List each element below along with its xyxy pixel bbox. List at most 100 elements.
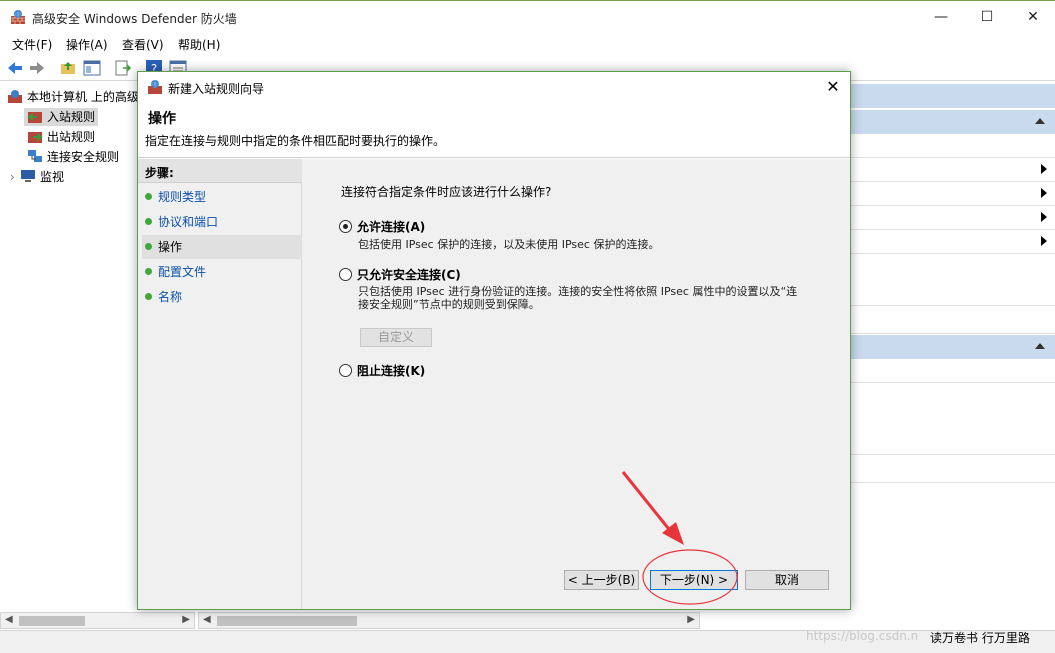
tree-item-label: 出站规则 [47, 130, 96, 144]
collapse-up-icon[interactable] [1035, 343, 1045, 349]
scroll-thumb[interactable] [19, 616, 85, 626]
chevron-right-icon[interactable]: › [10, 168, 20, 186]
firewall-icon [8, 90, 22, 103]
maximize-button[interactable]: ☐ [964, 1, 1010, 33]
page-title: 操作 [148, 111, 176, 127]
steps-panel: 步骤: 规则类型 协议和端口 操作 配置文件 名称 [138, 159, 302, 609]
scroll-right-icon[interactable]: ▶ [687, 614, 695, 625]
connection-security-icon [28, 150, 42, 162]
submenu-arrow-icon [1041, 236, 1047, 246]
step-bullet-icon [145, 293, 152, 300]
tree-item-connection-security-rules[interactable]: 连接安全规则 [27, 148, 119, 166]
tree-item-inbound-rules[interactable]: 入站规则 [24, 108, 99, 126]
step-label: 协议和端口 [158, 215, 219, 229]
option-allow-secure[interactable]: 只允许安全连接(C) [339, 266, 461, 283]
dialog-title: 新建入站规则向导 [168, 82, 265, 96]
firewall-icon [148, 80, 162, 94]
tree-item-label: 监视 [40, 170, 65, 184]
option-block-label: 阻止连接(K) [357, 364, 426, 378]
selected-item-section-header[interactable] [851, 335, 1055, 359]
firewall-icon [11, 10, 25, 24]
option-allow[interactable]: 允许连接(A) [339, 218, 425, 235]
watermark-url: https://blog.csdn.n [806, 629, 919, 643]
radio-allow[interactable] [339, 220, 352, 233]
submenu-arrow-icon [1041, 212, 1047, 222]
back-button[interactable]: < 上一步(B) [564, 570, 639, 590]
scroll-thumb[interactable] [217, 616, 357, 626]
step-bullet-icon [145, 268, 152, 275]
action-question: 连接符合指定条件时应该进行什么操作? [341, 185, 552, 199]
tree-root-label: 本地计算机 上的高级 [27, 90, 139, 104]
watermark-caption: 读万卷书 行万里路 [930, 631, 1030, 645]
step-protocol-ports[interactable]: 协议和端口 [142, 210, 302, 234]
tree-item-outbound-rules[interactable]: 出站规则 [27, 128, 95, 146]
monitor-icon [21, 170, 35, 182]
step-bullet-icon [145, 193, 152, 200]
next-button[interactable]: 下一步(N) > [650, 570, 738, 590]
step-bullet-icon [145, 243, 152, 250]
submenu-arrow-icon [1041, 188, 1047, 198]
show-hide-tree-icon[interactable] [83, 59, 101, 77]
action-row[interactable] [851, 230, 1055, 254]
menu-action[interactable]: 操作(A) [66, 36, 108, 53]
list-horizontal-scrollbar[interactable]: ◀ ▶ [198, 612, 700, 629]
action-row[interactable] [851, 254, 1055, 306]
step-name[interactable]: 名称 [142, 285, 302, 309]
up-folder-icon[interactable] [59, 59, 77, 77]
tree-item-monitoring[interactable]: › 监视 [10, 168, 64, 186]
forward-arrow-icon[interactable] [28, 59, 46, 77]
step-label: 名称 [158, 290, 183, 304]
close-window-button[interactable]: ✕ [1010, 1, 1055, 33]
option-allow-secure-description: 只包括使用 IPsec 进行身份验证的连接。连接的安全性将依照 IPsec 属性… [358, 285, 798, 311]
page-subtitle: 指定在连接与规则中指定的条件相匹配时要执行的操作。 [145, 134, 446, 148]
option-allow-description: 包括使用 IPsec 保护的连接，以及未使用 IPsec 保护的连接。 [358, 238, 660, 251]
actions-section-header[interactable] [851, 110, 1055, 134]
tree-item-label: 入站规则 [47, 110, 96, 124]
collapse-up-icon[interactable] [1035, 118, 1045, 124]
tree-item-label: 连接安全规则 [47, 150, 120, 164]
submenu-arrow-icon [1041, 164, 1047, 174]
action-row[interactable] [851, 206, 1055, 230]
actions-pane-header [851, 84, 1055, 108]
inbound-rules-icon [27, 112, 42, 123]
customize-button[interactable]: 自定义 [360, 328, 432, 347]
action-row[interactable] [851, 455, 1055, 483]
scroll-right-icon[interactable]: ▶ [182, 614, 190, 625]
action-row[interactable] [851, 182, 1055, 206]
step-action[interactable]: 操作 [142, 235, 302, 259]
menu-file[interactable]: 文件(F) [12, 36, 52, 53]
menu-bar: 文件(F) 操作(A) 查看(V) 帮助(H) [0, 32, 1055, 54]
menu-help[interactable]: 帮助(H) [178, 36, 220, 53]
action-row[interactable] [851, 359, 1055, 383]
dialog-titlebar: 新建入站规则向导 ✕ [138, 72, 850, 102]
scroll-left-icon[interactable]: ◀ [5, 614, 13, 625]
tree-root[interactable]: 本地计算机 上的高级 [7, 88, 139, 106]
outbound-rules-icon [28, 132, 43, 143]
cancel-button[interactable]: 取消 [745, 570, 829, 590]
menu-view[interactable]: 查看(V) [122, 36, 164, 53]
action-row[interactable] [851, 134, 1055, 158]
step-bullet-icon [145, 218, 152, 225]
action-row[interactable] [851, 306, 1055, 334]
export-list-icon[interactable] [114, 59, 132, 77]
radio-allow-secure[interactable] [339, 268, 352, 281]
window-titlebar: 高级安全 Windows Defender 防火墙 — ☐ ✕ [0, 0, 1055, 32]
back-arrow-icon[interactable] [6, 59, 24, 77]
step-profile[interactable]: 配置文件 [142, 260, 302, 284]
tree-horizontal-scrollbar[interactable]: ◀ ▶ [0, 612, 195, 629]
steps-title: 步骤: [138, 159, 302, 183]
actions-pane [851, 84, 1055, 612]
dialog-header: 操作 指定在连接与规则中指定的条件相匹配时要执行的操作。 [138, 102, 850, 158]
scroll-left-icon[interactable]: ◀ [203, 614, 211, 625]
action-row[interactable] [851, 158, 1055, 182]
minimize-button[interactable]: — [918, 1, 964, 33]
action-row[interactable] [851, 383, 1055, 455]
option-allow-label: 允许连接(A) [357, 220, 426, 234]
window-title: 高级安全 Windows Defender 防火墙 [32, 12, 237, 26]
radio-block[interactable] [339, 364, 352, 377]
option-allow-secure-label: 只允许安全连接(C) [357, 268, 461, 282]
dialog-close-button[interactable]: ✕ [822, 76, 844, 98]
option-block[interactable]: 阻止连接(K) [339, 362, 425, 379]
step-rule-type[interactable]: 规则类型 [142, 185, 302, 209]
new-inbound-rule-wizard: 新建入站规则向导 ✕ 操作 指定在连接与规则中指定的条件相匹配时要执行的操作。 … [137, 71, 851, 610]
